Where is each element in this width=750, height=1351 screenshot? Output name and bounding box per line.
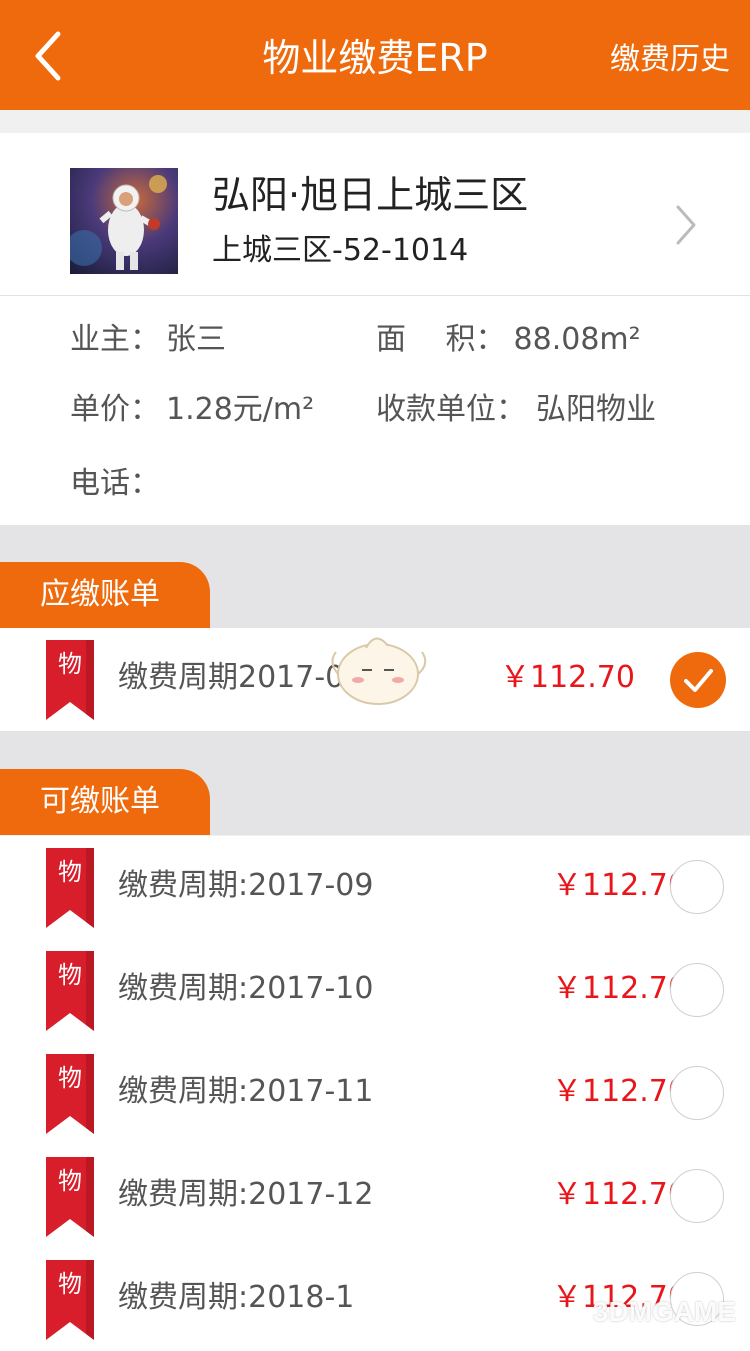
payable-bill-row[interactable]: 物 缴费周期:2017-10 ￥112.70 xyxy=(0,939,750,1043)
bill-period: 缴费周期:2017-10 xyxy=(118,971,374,1006)
area-row: 面 积： 88.08m² xyxy=(376,320,641,360)
payable-bill-row[interactable]: 物 缴费周期:2017-09 ￥112.70 xyxy=(0,836,750,940)
bill-period: 缴费周期:2017-12 xyxy=(118,1177,374,1212)
phone-label: 电话： xyxy=(70,466,160,501)
ribbon-label: 物 xyxy=(58,1064,82,1092)
payable-bill-row[interactable]: 物 缴费周期:2017-11 ￥112.70 xyxy=(0,1042,750,1146)
unchecked-circle-icon[interactable] xyxy=(670,963,724,1017)
bill-amount: ￥112.70 xyxy=(500,660,635,695)
price-row: 单价： 1.28元/m² xyxy=(70,390,314,430)
bill-period: 缴费周期:2018-1 xyxy=(118,1280,355,1315)
payee-value: 弘阳物业 xyxy=(536,392,656,427)
bill-amount: ￥112.70 xyxy=(552,1177,687,1212)
payee-row: 收款单位： 弘阳物业 xyxy=(376,390,656,430)
ribbon-label: 物 xyxy=(58,858,82,886)
bill-period: 缴费周期:2017-09 xyxy=(118,868,374,903)
bill-period: 缴费周期:2017-11 xyxy=(118,1074,374,1109)
payment-history-button[interactable]: 缴费历史 xyxy=(610,40,730,80)
due-section-header: 应缴账单 xyxy=(0,525,750,628)
ribbon-label: 物 xyxy=(58,1167,82,1195)
mascot-sticker-icon xyxy=(331,637,427,705)
checked-circle-icon[interactable] xyxy=(670,652,726,708)
property-fee-ribbon-icon: 物 xyxy=(46,640,94,720)
bill-amount: ￥112.70 xyxy=(552,868,687,903)
payee-label: 收款单位： xyxy=(376,392,526,427)
phone-row: 电话： xyxy=(70,464,160,504)
unchecked-circle-icon[interactable] xyxy=(670,1169,724,1223)
property-fee-ribbon-icon: 物 xyxy=(46,848,94,928)
area-label: 面 积： xyxy=(376,322,506,357)
ribbon-label: 物 xyxy=(58,961,82,989)
property-fee-ribbon-icon: 物 xyxy=(46,1260,94,1340)
chevron-right-icon xyxy=(676,205,696,245)
property-fee-ribbon-icon: 物 xyxy=(46,1157,94,1237)
unchecked-circle-icon[interactable] xyxy=(670,1066,724,1120)
property-unit: 上城三区-52-1014 xyxy=(212,233,469,268)
unchecked-circle-icon[interactable] xyxy=(670,860,724,914)
due-bills-tab: 应缴账单 xyxy=(0,562,210,628)
payable-bill-row[interactable]: 物 缴费周期:2017-12 ￥112.70 xyxy=(0,1145,750,1249)
property-card[interactable]: 弘阳·旭日上城三区 上城三区-52-1014 xyxy=(0,133,750,296)
watermark-logo: 3DMGAME xyxy=(592,1296,736,1327)
owner-label: 业主： xyxy=(70,322,160,357)
bill-amount: ￥112.70 xyxy=(552,1074,687,1109)
owner-info-card: 业主： 张三 面 积： 88.08m² 单价： 1.28元/m² 收款单位： 弘阳物业 … xyxy=(0,296,750,525)
area-value: 88.08m² xyxy=(513,322,641,357)
payable-section-header: 可缴账单 xyxy=(0,732,750,835)
price-label: 单价： xyxy=(70,392,160,427)
bill-amount: ￥112.70 xyxy=(552,971,687,1006)
owner-row: 业主： 张三 xyxy=(70,320,226,360)
property-fee-ribbon-icon: 物 xyxy=(46,951,94,1031)
price-value: 1.28元/m² xyxy=(166,392,315,427)
property-name: 弘阳·旭日上城三区 xyxy=(212,173,529,217)
top-navbar: 物业缴费ERP 缴费历史 xyxy=(0,0,750,110)
ribbon-label: 物 xyxy=(58,650,82,678)
property-fee-ribbon-icon: 物 xyxy=(46,1054,94,1134)
owner-value: 张三 xyxy=(166,322,226,357)
property-avatar xyxy=(70,168,178,274)
ribbon-label: 物 xyxy=(58,1270,82,1298)
payable-bills-tab: 可缴账单 xyxy=(0,769,210,835)
